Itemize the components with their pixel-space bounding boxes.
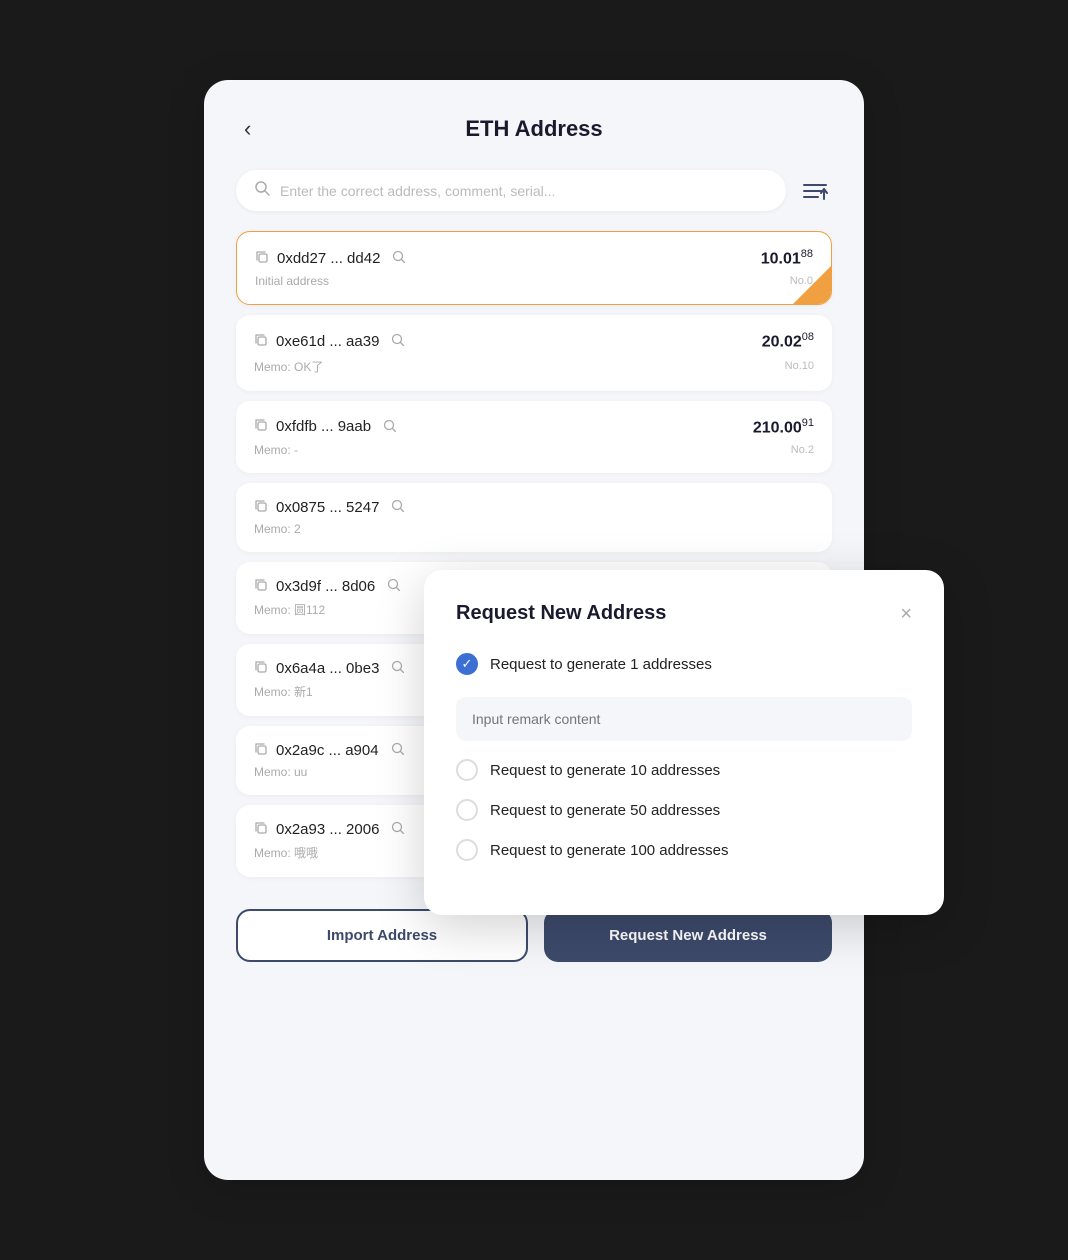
address-search-icon[interactable] bbox=[391, 499, 404, 515]
modal-close-button[interactable]: × bbox=[900, 604, 912, 624]
memo-text: Initial address bbox=[255, 274, 329, 288]
address-search-icon[interactable] bbox=[383, 419, 396, 435]
page-title: ETH Address bbox=[465, 116, 602, 142]
filter-button[interactable] bbox=[798, 176, 832, 206]
radio-option[interactable]: Request to generate 100 addresses bbox=[456, 839, 912, 861]
import-address-button[interactable]: Import Address bbox=[236, 909, 528, 962]
address-card[interactable]: 0xdd27 ... dd42 10.0188 Initial address … bbox=[236, 231, 832, 305]
address-left: 0x2a93 ... 2006 bbox=[254, 821, 404, 838]
copy-icon[interactable] bbox=[255, 250, 269, 267]
radio-option[interactable]: Request to generate 50 addresses bbox=[456, 799, 912, 821]
address-no-badge: No.10 bbox=[785, 360, 814, 372]
copy-icon[interactable] bbox=[254, 660, 268, 677]
search-bar: Enter the correct address, comment, seri… bbox=[236, 170, 832, 211]
address-search-icon[interactable] bbox=[392, 250, 405, 266]
radio-circle bbox=[456, 799, 478, 821]
back-button[interactable]: ‹ bbox=[236, 112, 259, 146]
address-left: 0xe61d ... aa39 bbox=[254, 333, 404, 350]
radio-label: Request to generate 100 addresses bbox=[490, 842, 729, 859]
address-card-bottom: Memo: OK了 No.10 bbox=[254, 358, 814, 375]
address-search-icon[interactable] bbox=[387, 578, 400, 594]
modal-options: ✓ Request to generate 1 addresses Reques… bbox=[456, 653, 912, 861]
memo-text: Memo: 2 bbox=[254, 522, 301, 536]
address-card[interactable]: 0xe61d ... aa39 20.0208 Memo: OK了 No.10 bbox=[236, 315, 832, 390]
copy-icon[interactable] bbox=[254, 742, 268, 759]
radio-circle bbox=[456, 839, 478, 861]
address-card[interactable]: 0x0875 ... 5247 Memo: 2 bbox=[236, 483, 832, 552]
copy-icon[interactable] bbox=[254, 578, 268, 595]
radio-circle bbox=[456, 759, 478, 781]
copy-icon[interactable] bbox=[254, 418, 268, 435]
modal-header: Request New Address × bbox=[456, 602, 912, 625]
address-left: 0x3d9f ... 8d06 bbox=[254, 578, 400, 595]
copy-icon[interactable] bbox=[254, 333, 268, 350]
address-card-top: 0x0875 ... 5247 bbox=[254, 499, 814, 516]
address-left: 0xfdfb ... 9aab bbox=[254, 418, 396, 435]
address-no-badge: No.2 bbox=[791, 444, 814, 456]
address-text: 0x3d9f ... 8d06 bbox=[276, 578, 375, 595]
radio-option[interactable]: ✓ Request to generate 1 addresses bbox=[456, 653, 912, 675]
address-search-icon[interactable] bbox=[391, 742, 404, 758]
address-card-bottom: Memo: 2 bbox=[254, 522, 814, 536]
search-input-wrap: Enter the correct address, comment, seri… bbox=[236, 170, 786, 211]
copy-icon[interactable] bbox=[254, 499, 268, 516]
address-text: 0xdd27 ... dd42 bbox=[277, 250, 380, 267]
main-card: ‹ ETH Address Enter the correct address,… bbox=[204, 80, 864, 1180]
memo-text: Memo: OK了 bbox=[254, 358, 323, 375]
active-corner bbox=[793, 266, 831, 304]
address-left: 0x6a4a ... 0be3 bbox=[254, 660, 404, 677]
address-amount: 20.0208 bbox=[762, 331, 814, 351]
search-icon bbox=[254, 180, 270, 201]
address-card-top: 0xdd27 ... dd42 10.0188 bbox=[255, 248, 813, 268]
address-text: 0x2a9c ... a904 bbox=[276, 742, 379, 759]
address-card-bottom: Initial address No.0 bbox=[255, 274, 813, 288]
address-card-top: 0xe61d ... aa39 20.0208 bbox=[254, 331, 814, 351]
memo-text: Memo: 圆112 bbox=[254, 601, 325, 618]
address-left: 0xdd27 ... dd42 bbox=[255, 250, 405, 267]
address-amount: 10.0188 bbox=[761, 248, 813, 268]
address-card-top: 0xfdfb ... 9aab 210.0091 bbox=[254, 417, 814, 437]
radio-option[interactable]: Request to generate 10 addresses bbox=[456, 759, 912, 781]
radio-label: Request to generate 50 addresses bbox=[490, 802, 720, 819]
copy-icon[interactable] bbox=[254, 821, 268, 838]
address-text: 0x0875 ... 5247 bbox=[276, 499, 379, 516]
remark-input[interactable] bbox=[456, 697, 912, 741]
remark-input-wrap bbox=[456, 693, 912, 759]
modal-card: Request New Address × ✓ Request to gener… bbox=[424, 570, 944, 915]
check-icon: ✓ bbox=[462, 656, 473, 672]
address-text: 0x6a4a ... 0be3 bbox=[276, 660, 379, 677]
address-search-icon[interactable] bbox=[391, 660, 404, 676]
search-placeholder: Enter the correct address, comment, seri… bbox=[280, 183, 768, 199]
address-left: 0x0875 ... 5247 bbox=[254, 499, 404, 516]
address-amount: 210.0091 bbox=[753, 417, 814, 437]
memo-text: Memo: - bbox=[254, 443, 298, 457]
memo-text: Memo: 哦哦 bbox=[254, 844, 318, 861]
header: ‹ ETH Address bbox=[236, 116, 832, 142]
address-text: 0xe61d ... aa39 bbox=[276, 333, 379, 350]
address-text: 0xfdfb ... 9aab bbox=[276, 418, 371, 435]
address-search-icon[interactable] bbox=[391, 821, 404, 837]
bottom-buttons: Import Address Request New Address bbox=[236, 909, 832, 962]
address-search-icon[interactable] bbox=[391, 333, 404, 349]
address-left: 0x2a9c ... a904 bbox=[254, 742, 404, 759]
address-card[interactable]: 0xfdfb ... 9aab 210.0091 Memo: - No.2 bbox=[236, 401, 832, 473]
request-new-address-button[interactable]: Request New Address bbox=[544, 909, 832, 962]
address-card-bottom: Memo: - No.2 bbox=[254, 443, 814, 457]
radio-label: Request to generate 10 addresses bbox=[490, 762, 720, 779]
radio-label: Request to generate 1 addresses bbox=[490, 656, 712, 673]
radio-circle-checked: ✓ bbox=[456, 653, 478, 675]
memo-text: Memo: uu bbox=[254, 765, 307, 779]
modal-title: Request New Address bbox=[456, 602, 666, 625]
address-text: 0x2a93 ... 2006 bbox=[276, 821, 379, 838]
memo-text: Memo: 新1 bbox=[254, 683, 313, 700]
